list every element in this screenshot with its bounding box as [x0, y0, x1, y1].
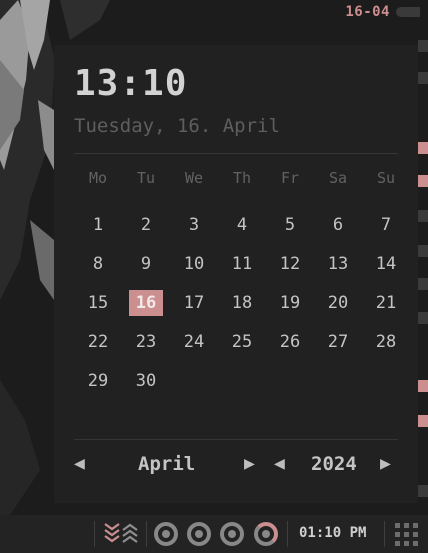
- weekday-label: Tu: [136, 169, 156, 187]
- edge-marker-active: [418, 415, 428, 427]
- calendar-day[interactable]: 4: [218, 212, 266, 238]
- calendar-day-today[interactable]: 16: [122, 289, 170, 316]
- bar-separator: [287, 521, 288, 547]
- calendar-day[interactable]: 17: [170, 290, 218, 316]
- disk-ring-icon[interactable]: [220, 522, 244, 546]
- month-year-navigation: ◀ April ▶ ◀ 2024 ▶: [74, 451, 410, 481]
- calendar-day[interactable]: 12: [266, 251, 314, 277]
- date-tag-text: 16-04: [345, 4, 390, 20]
- calendar-day[interactable]: 22: [74, 329, 122, 355]
- bar-clock[interactable]: 01:10 PM: [299, 525, 366, 541]
- calendar-day[interactable]: 23: [122, 329, 170, 355]
- prev-month-button[interactable]: ◀: [74, 453, 85, 474]
- weekday-label: We: [184, 169, 204, 187]
- calendar-day[interactable]: 20: [314, 290, 362, 316]
- calendar-day[interactable]: 27: [314, 329, 362, 355]
- app-grid-icon[interactable]: [395, 523, 419, 547]
- calendar-day[interactable]: 5: [266, 212, 314, 238]
- calendar-day[interactable]: 28: [362, 329, 410, 355]
- calendar-day[interactable]: 2: [122, 212, 170, 238]
- calendar-day[interactable]: 29: [74, 368, 122, 394]
- edge-marker: [418, 278, 428, 290]
- edge-marker: [418, 40, 428, 52]
- calendar-day[interactable]: 21: [362, 290, 410, 316]
- calendar-day[interactable]: 26: [266, 329, 314, 355]
- calendar-day[interactable]: 10: [170, 251, 218, 277]
- calendar-popup: 13:10 Tuesday, 16. April Mo Tu We Th Fr …: [54, 45, 418, 503]
- prev-year-button[interactable]: ◀: [274, 453, 285, 474]
- edge-marker: [418, 245, 428, 257]
- edge-marker-active: [418, 142, 428, 154]
- calendar-day[interactable]: 18: [218, 290, 266, 316]
- calendar-day[interactable]: 30: [122, 368, 170, 394]
- calendar-week: 1 2 3 4 5 6 7: [74, 205, 410, 244]
- calendar-day[interactable]: 3: [170, 212, 218, 238]
- next-year-button[interactable]: ▶: [380, 453, 391, 474]
- chevrons-down-icon[interactable]: [103, 522, 121, 546]
- divider: [74, 153, 398, 154]
- date-tag-notch: [396, 7, 420, 17]
- battery-ring-icon[interactable]: [254, 522, 278, 546]
- chevrons-up-icon[interactable]: [121, 522, 139, 546]
- calendar-day[interactable]: 9: [122, 251, 170, 277]
- weekday-label: Sa: [328, 169, 348, 187]
- calendar-day[interactable]: 7: [362, 212, 410, 238]
- calendar-day[interactable]: 6: [314, 212, 362, 238]
- weekday-header: Mo Tu We Th Fr Sa Su: [74, 169, 410, 187]
- weekday-label: Th: [232, 169, 252, 187]
- edge-marker: [418, 485, 428, 497]
- month-label: April: [138, 453, 196, 475]
- edge-marker-active: [418, 175, 428, 187]
- bar-separator: [384, 521, 385, 547]
- calendar-day[interactable]: 15: [74, 290, 122, 316]
- bottom-bar: 01:10 PM: [0, 515, 428, 553]
- calendar-day[interactable]: 19: [266, 290, 314, 316]
- calendar-day[interactable]: 13: [314, 251, 362, 277]
- calendar-week: 22 23 24 25 26 27 28: [74, 322, 410, 361]
- divider: [74, 439, 398, 440]
- calendar-week: 29 30: [74, 361, 410, 400]
- edge-marker: [418, 312, 428, 324]
- date-line: Tuesday, 16. April: [74, 115, 280, 137]
- calendar-day[interactable]: 1: [74, 212, 122, 238]
- edge-marker: [418, 210, 428, 222]
- calendar-grid: 1 2 3 4 5 6 7 8 9 10 11 12 13 14 15 16 1…: [74, 205, 410, 400]
- edge-marker: [418, 72, 428, 84]
- bar-separator: [94, 521, 95, 547]
- calendar-day[interactable]: 25: [218, 329, 266, 355]
- calendar-week: 15 16 17 18 19 20 21: [74, 283, 410, 322]
- weekday-label: Mo: [88, 169, 108, 187]
- cpu-ring-icon[interactable]: [154, 522, 178, 546]
- calendar-week: 8 9 10 11 12 13 14: [74, 244, 410, 283]
- edge-marker-active: [418, 380, 428, 392]
- date-tag: 16-04: [345, 3, 420, 21]
- calendar-day[interactable]: 11: [218, 251, 266, 277]
- calendar-day[interactable]: 24: [170, 329, 218, 355]
- next-month-button[interactable]: ▶: [244, 453, 255, 474]
- clock-time: 13:10: [74, 63, 188, 104]
- weekday-label: Fr: [280, 169, 300, 187]
- memory-ring-icon[interactable]: [187, 522, 211, 546]
- bar-separator: [146, 521, 147, 547]
- calendar-day[interactable]: 8: [74, 251, 122, 277]
- calendar-day[interactable]: 14: [362, 251, 410, 277]
- year-label: 2024: [311, 453, 357, 475]
- weekday-label: Su: [376, 169, 396, 187]
